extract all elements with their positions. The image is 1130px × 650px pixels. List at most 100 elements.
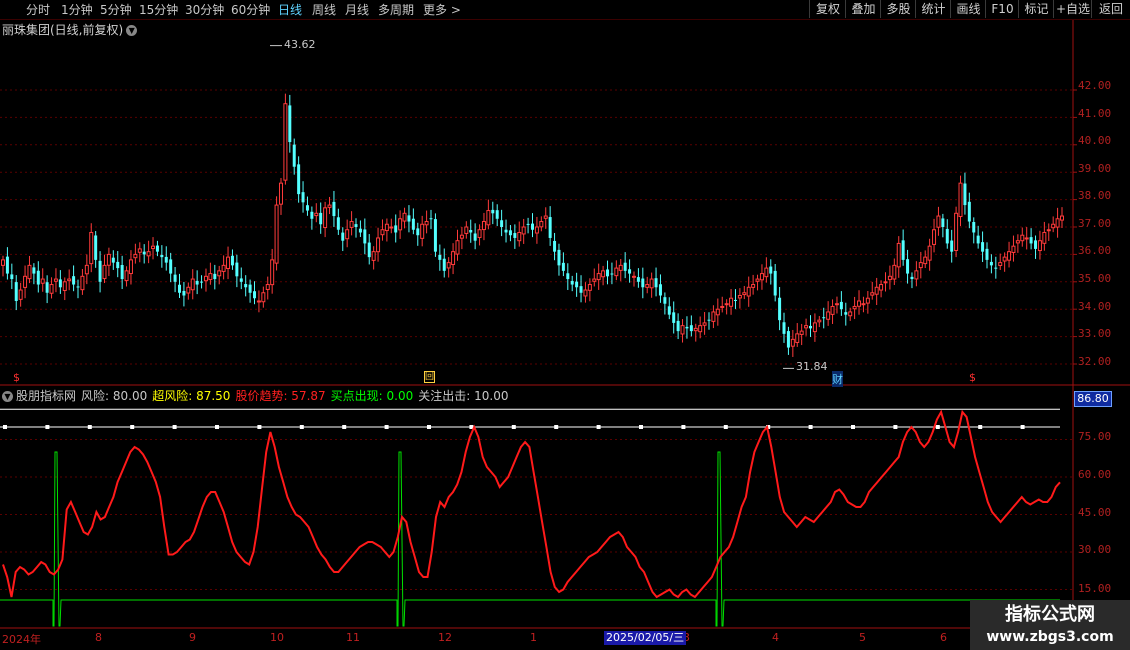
candle-body bbox=[62, 281, 67, 291]
candle-body bbox=[676, 320, 680, 332]
candle-body bbox=[217, 270, 222, 277]
candle-body bbox=[981, 242, 985, 252]
candle-body bbox=[587, 284, 592, 291]
candle-body bbox=[160, 254, 164, 258]
risk-marker bbox=[384, 425, 389, 429]
candle-body bbox=[173, 274, 177, 282]
risk-marker bbox=[511, 425, 516, 429]
candle-body bbox=[124, 270, 129, 282]
candle-body bbox=[848, 311, 853, 317]
chart-canvas[interactable] bbox=[0, 0, 1130, 650]
price-tick: 42.00 bbox=[1078, 79, 1112, 92]
candle-body bbox=[592, 278, 597, 282]
candle-body bbox=[433, 219, 437, 252]
chevron-down-icon[interactable]: ▼ bbox=[2, 391, 13, 402]
candle-body bbox=[128, 259, 133, 275]
candle-body bbox=[543, 215, 548, 219]
candle-body bbox=[729, 297, 734, 307]
candle-body bbox=[782, 322, 786, 334]
month-label: 11 bbox=[346, 631, 360, 644]
candle-body bbox=[500, 220, 504, 227]
candle-body bbox=[203, 275, 208, 282]
candle-body bbox=[870, 292, 875, 296]
candle-body bbox=[857, 300, 862, 307]
candle-body bbox=[517, 231, 522, 242]
indicator-buy-point: 买点出现: 0.00 bbox=[330, 389, 414, 403]
candle-body bbox=[967, 201, 971, 222]
candle-body bbox=[394, 225, 398, 233]
candle-body bbox=[795, 333, 800, 343]
candle-body bbox=[486, 210, 491, 226]
candle-body bbox=[469, 229, 473, 233]
candle-body bbox=[155, 245, 159, 252]
candle-body bbox=[49, 284, 54, 294]
candle-body bbox=[459, 234, 464, 239]
candle-body bbox=[614, 267, 619, 277]
candle-body bbox=[314, 212, 319, 217]
candle-body bbox=[323, 207, 328, 229]
indicator-title: ▼ 股朋指标网 风险: 80.00 超风险: 87.50 股价趋势: 57.87 买点出现… bbox=[2, 387, 513, 404]
candle-body bbox=[887, 275, 892, 281]
candle-body bbox=[579, 286, 583, 293]
candle-body bbox=[76, 286, 80, 288]
candle-body bbox=[442, 258, 446, 271]
finance-marker-icon[interactable]: 财 bbox=[832, 371, 843, 387]
risk-marker bbox=[1020, 425, 1025, 429]
candle-body bbox=[769, 266, 773, 274]
candle-body bbox=[120, 265, 124, 280]
candle-body bbox=[733, 299, 737, 301]
candle-body bbox=[84, 264, 89, 275]
candle-body bbox=[844, 312, 848, 315]
candle-body bbox=[927, 245, 932, 261]
candle-body bbox=[451, 251, 456, 266]
candle-body bbox=[751, 284, 756, 288]
candle-body bbox=[711, 311, 716, 322]
candle-body bbox=[221, 264, 226, 272]
candle-body bbox=[596, 273, 601, 281]
candle-body bbox=[901, 240, 905, 260]
chevron-down-icon[interactable]: ▼ bbox=[126, 25, 138, 36]
candle-body bbox=[645, 284, 650, 288]
candle-body bbox=[358, 228, 362, 233]
selected-date: 2025/02/05/三 bbox=[604, 631, 687, 645]
risk-marker bbox=[45, 425, 50, 429]
candle-body bbox=[958, 182, 963, 217]
candle-body bbox=[27, 264, 32, 280]
candle-body bbox=[297, 164, 301, 195]
candle-body bbox=[641, 278, 645, 288]
return-marker-icon[interactable]: 回 bbox=[424, 371, 436, 383]
indicator-name: 股朋指标网 bbox=[16, 389, 77, 403]
watermark-title: 指标公式网 bbox=[1005, 604, 1095, 625]
candle-body bbox=[892, 264, 897, 280]
month-label: 10 bbox=[270, 631, 284, 644]
candle-body bbox=[310, 211, 314, 219]
candle-body bbox=[861, 303, 866, 306]
candle-body bbox=[817, 319, 822, 323]
candle-body bbox=[186, 286, 191, 294]
candle-body bbox=[36, 270, 40, 285]
candle-body bbox=[371, 251, 376, 261]
price-tick: 40.00 bbox=[1078, 134, 1112, 147]
candle-body bbox=[305, 205, 309, 211]
price-tick: 34.00 bbox=[1078, 300, 1112, 313]
candle-body bbox=[822, 317, 826, 319]
indicator-current-value: 86.80 bbox=[1074, 391, 1112, 407]
candle-body bbox=[932, 229, 937, 245]
candle-body bbox=[169, 259, 173, 274]
candle-body bbox=[606, 269, 610, 277]
candle-body bbox=[367, 242, 371, 258]
candle-body bbox=[195, 280, 199, 285]
candle-body bbox=[424, 221, 429, 226]
candle-body bbox=[566, 273, 570, 280]
candle-body bbox=[786, 331, 790, 348]
candle-body bbox=[45, 282, 49, 293]
candle-body bbox=[742, 292, 747, 296]
candle-body bbox=[133, 253, 138, 259]
risk-marker bbox=[893, 425, 898, 429]
month-label: 9 bbox=[189, 631, 196, 644]
candle-body bbox=[508, 230, 512, 236]
watermark: 指标公式网 www.zbgs3.com bbox=[970, 600, 1130, 650]
candle-body bbox=[989, 261, 993, 266]
candle-body bbox=[830, 305, 835, 315]
candle-body bbox=[773, 270, 777, 296]
